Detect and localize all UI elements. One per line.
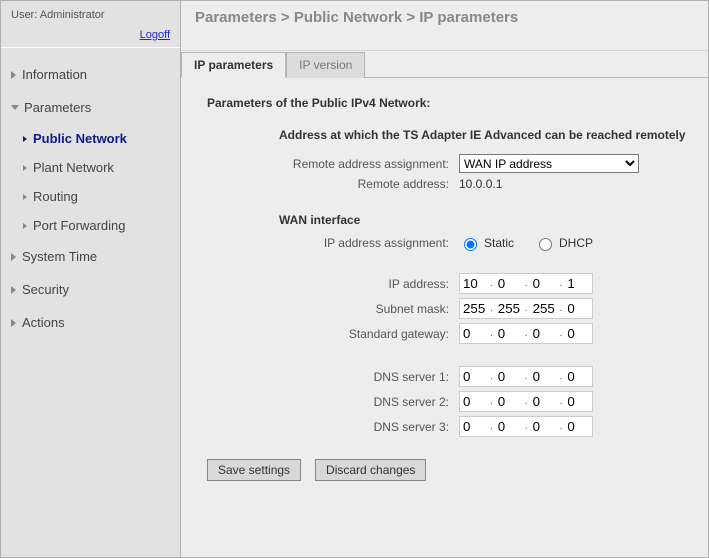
dns1-label: DNS server 1:	[199, 370, 459, 384]
chevron-right-icon	[11, 286, 16, 294]
nav-plant-network[interactable]: Plant Network	[5, 153, 180, 182]
ip-octet[interactable]	[496, 275, 522, 292]
nav-label: System Time	[22, 249, 97, 264]
ip-octet[interactable]	[565, 418, 591, 435]
breadcrumb: Parameters > Public Network > IP paramet…	[181, 1, 708, 51]
ip-octet[interactable]	[565, 368, 591, 385]
remote-title: Address at which the TS Adapter IE Advan…	[279, 128, 690, 142]
radio-dhcp-label[interactable]: DHCP	[534, 235, 593, 251]
save-button[interactable]: Save settings	[207, 459, 301, 481]
ip-addr-label: IP address:	[199, 277, 459, 291]
ip-octet[interactable]	[461, 393, 487, 410]
chevron-right-icon	[23, 194, 27, 200]
chevron-right-icon	[11, 253, 16, 261]
radio-text: DHCP	[559, 236, 593, 250]
subnet-label: Subnet mask:	[199, 302, 459, 316]
nav-public-network[interactable]: Public Network	[5, 124, 180, 153]
dns3-label: DNS server 3:	[199, 420, 459, 434]
subnet-input[interactable]: . . .	[459, 298, 593, 319]
ip-address-input[interactable]: . . .	[459, 273, 593, 294]
radio-text: Static	[484, 236, 514, 250]
tab-ip-version[interactable]: IP version	[286, 52, 365, 78]
gateway-input[interactable]: . . .	[459, 323, 593, 344]
user-label: User: Administrator	[11, 9, 170, 21]
ip-octet[interactable]	[461, 300, 487, 317]
remote-assign-select[interactable]: WAN IP address	[459, 154, 639, 173]
nav-label: Actions	[22, 315, 65, 330]
gateway-label: Standard gateway:	[199, 327, 459, 341]
nav-parameters[interactable]: Parameters	[5, 91, 180, 124]
nav-label: Port Forwarding	[33, 218, 125, 233]
radio-dhcp[interactable]	[539, 238, 552, 251]
ip-octet[interactable]	[565, 325, 591, 342]
nav-label: Routing	[33, 189, 78, 204]
radio-static-label[interactable]: Static	[459, 235, 514, 251]
ip-octet[interactable]	[531, 368, 557, 385]
ip-octet[interactable]	[461, 418, 487, 435]
dns2-input[interactable]: . . .	[459, 391, 593, 412]
nav-information[interactable]: Information	[5, 58, 180, 91]
ip-octet[interactable]	[531, 300, 557, 317]
ip-octet[interactable]	[531, 393, 557, 410]
chevron-right-icon	[23, 136, 27, 142]
chevron-down-icon	[11, 105, 19, 110]
radio-static[interactable]	[464, 238, 477, 251]
ip-octet[interactable]	[565, 275, 591, 292]
ip-octet[interactable]	[461, 368, 487, 385]
ip-octet[interactable]	[461, 275, 487, 292]
discard-button[interactable]: Discard changes	[315, 459, 426, 481]
nav-security[interactable]: Security	[5, 273, 180, 306]
ip-octet[interactable]	[531, 418, 557, 435]
ip-octet[interactable]	[496, 393, 522, 410]
remote-addr-value: 10.0.0.1	[459, 177, 502, 191]
nav-label: Information	[22, 67, 87, 82]
ip-octet[interactable]	[496, 325, 522, 342]
chevron-right-icon	[11, 71, 16, 79]
tab-ip-parameters[interactable]: IP parameters	[181, 52, 286, 78]
dns1-input[interactable]: . . .	[459, 366, 593, 387]
nav-port-forwarding[interactable]: Port Forwarding	[5, 211, 180, 240]
dns2-label: DNS server 2:	[199, 395, 459, 409]
ip-octet[interactable]	[531, 275, 557, 292]
nav-system-time[interactable]: System Time	[5, 240, 180, 273]
remote-addr-label: Remote address:	[199, 177, 459, 191]
ip-octet[interactable]	[565, 393, 591, 410]
ip-octet[interactable]	[496, 300, 522, 317]
nav-label: Public Network	[33, 131, 127, 146]
chevron-right-icon	[23, 223, 27, 229]
chevron-right-icon	[11, 319, 16, 327]
ip-assign-label: IP address assignment:	[199, 236, 459, 250]
nav-label: Parameters	[24, 100, 91, 115]
section-title: Parameters of the Public IPv4 Network:	[207, 96, 690, 110]
ip-octet[interactable]	[461, 325, 487, 342]
nav-actions[interactable]: Actions	[5, 306, 180, 339]
nav-label: Plant Network	[33, 160, 114, 175]
sidebar-nav: Information Parameters Public Network Pl…	[1, 48, 180, 339]
chevron-right-icon	[23, 165, 27, 171]
ip-octet[interactable]	[531, 325, 557, 342]
ip-octet[interactable]	[565, 300, 591, 317]
dns3-input[interactable]: . . .	[459, 416, 593, 437]
ip-octet[interactable]	[496, 368, 522, 385]
nav-routing[interactable]: Routing	[5, 182, 180, 211]
nav-label: Security	[22, 282, 69, 297]
remote-assign-label: Remote address assignment:	[199, 157, 459, 171]
ip-octet[interactable]	[496, 418, 522, 435]
wan-interface-title: WAN interface	[279, 213, 690, 227]
logoff-link[interactable]: Logoff	[140, 29, 170, 41]
tab-bar: IP parameters IP version	[181, 51, 708, 78]
